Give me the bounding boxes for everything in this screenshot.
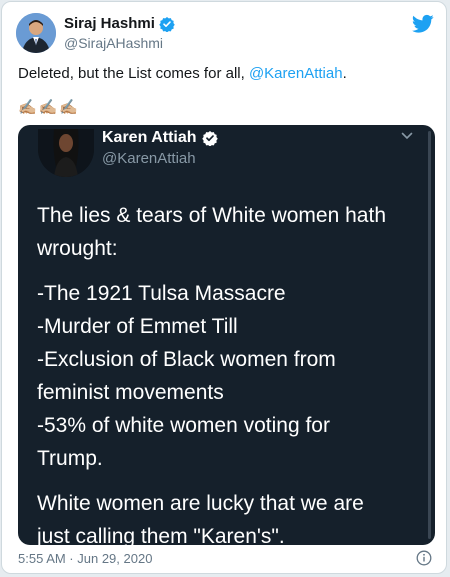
quoted-verified-badge-icon <box>201 131 218 146</box>
quoted-paragraph-intro: The lies & tears of White women hath wro… <box>37 199 417 265</box>
quoted-list-line: -The 1921 Tulsa Massacre <box>37 282 286 305</box>
quoted-name-row: Karen Attiah <box>102 129 218 147</box>
quoted-display-name: Karen Attiah <box>102 129 197 146</box>
quoted-line: wrought: <box>37 237 118 260</box>
quoted-handle: @KarenAttiah <box>102 150 196 167</box>
quoted-list-line: -Exclusion of Black women from <box>37 348 336 371</box>
author-avatar[interactable] <box>16 13 56 53</box>
quoted-line: The lies & tears of White women hath <box>37 204 386 227</box>
twitter-bird-icon[interactable] <box>412 14 434 34</box>
quoted-paragraph-closing: White women are lucky that we are just c… <box>37 487 417 545</box>
tweet-card: Siraj Hashmi @SirajAHashmi Deleted, but … <box>1 1 447 574</box>
info-icon[interactable] <box>416 550 432 566</box>
writing-hand-emojis: ✍🏼✍🏼✍🏼 <box>18 99 81 116</box>
quoted-paragraph-list: -The 1921 Tulsa Massacre -Murder of Emme… <box>37 277 417 475</box>
quoted-author-avatar <box>38 129 94 177</box>
quoted-list-line: Trump. <box>37 447 103 470</box>
author-name-row: Siraj Hashmi <box>64 15 175 32</box>
quoted-line: just calling them "Karen's". <box>37 525 285 545</box>
author-display-name[interactable]: Siraj Hashmi <box>64 15 155 32</box>
quoted-list-line: feminist movements <box>37 381 224 404</box>
quoted-tweet-body: The lies & tears of White women hath wro… <box>37 199 417 545</box>
tweet-timestamp[interactable]: 5:55 AM · Jun 29, 2020 <box>18 551 152 566</box>
tweet-text-end: . <box>342 65 347 82</box>
author-handle[interactable]: @SirajAHashmi <box>64 35 163 51</box>
quoted-line: White women are lucky that we are <box>37 492 364 515</box>
quoted-list-line: -Murder of Emmet Till <box>37 315 238 338</box>
quoted-list-line: -53% of white women voting for <box>37 414 330 437</box>
tweet-text: Deleted, but the List comes for all, @Ka… <box>18 65 347 82</box>
chevron-down-icon <box>401 132 413 140</box>
quoted-tweet-screenshot[interactable]: Karen Attiah @KarenAttiah The lies & tea… <box>18 125 435 545</box>
verified-badge-icon <box>159 16 175 32</box>
tweet-text-body: Deleted, but the List comes for all, <box>18 65 249 82</box>
scroll-indicator <box>428 131 431 539</box>
mention-link[interactable]: @KarenAttiah <box>249 65 343 82</box>
